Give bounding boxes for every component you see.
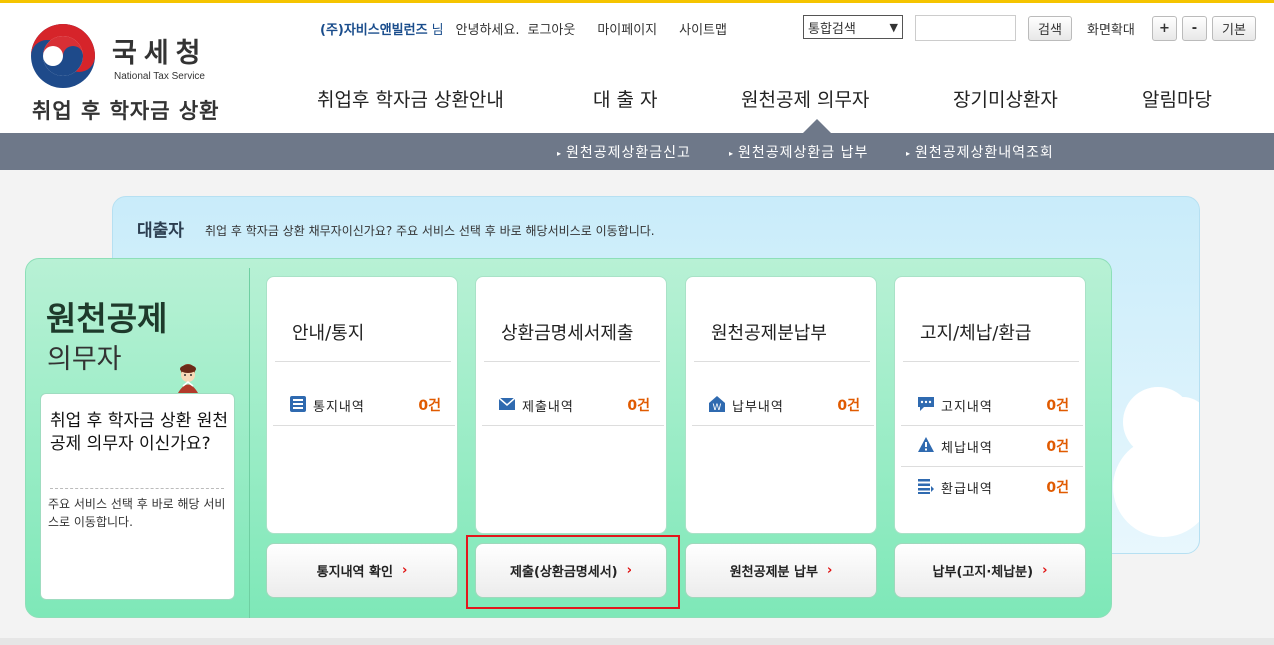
page-bottom-band [0, 638, 1274, 645]
banner-desc: 취업 후 학자금 상환 채무자이신가요? 주요 서비스 선택 후 바로 해당서비… [205, 224, 655, 238]
card-separator [50, 488, 224, 489]
search-scope-select[interactable]: 통합검색 ▼ [803, 15, 903, 39]
chevron-down-icon: ▼ [889, 21, 898, 34]
pay-billed-button[interactable]: 납부(고지·체납분) › [894, 543, 1086, 598]
row-count: 0건 [837, 398, 860, 414]
row-separator [901, 425, 1083, 426]
mypage-link[interactable]: 마이페이지 [597, 19, 657, 38]
zoom-in-button[interactable]: + [1152, 16, 1177, 41]
mail-icon [498, 397, 516, 410]
row-separator [482, 425, 664, 426]
zoom-out-button[interactable]: - [1182, 16, 1207, 41]
row-count: 0건 [1046, 439, 1069, 455]
won-house-icon: W [709, 396, 725, 413]
search-button[interactable]: 검색 [1028, 16, 1072, 41]
button-label: 원천공제분 납부 [729, 565, 818, 580]
row-count: 0건 [418, 398, 441, 414]
svg-text:W: W [713, 403, 722, 413]
focus-highlight-box [466, 535, 680, 609]
main-nav: 취업후 학자금 상환안내 대 출 자 원천공제 의무자 장기미상환자 알림마당 [0, 85, 1274, 113]
card-title: 안내/통지 [292, 323, 365, 344]
button-label: 통지내역 확인 [316, 565, 393, 580]
mascot-icon [178, 364, 198, 393]
chevron-right-icon: › [1042, 563, 1048, 578]
chevron-right-icon: › [401, 563, 408, 578]
user-name: (주)자비스앤빌런즈 [320, 22, 428, 38]
panel-subtitle: 의무자 [47, 344, 122, 375]
row-separator [901, 466, 1083, 467]
card-title: 고지/체납/환급 [920, 323, 1032, 344]
check-notice-button[interactable]: 통지내역 확인 › [266, 543, 458, 598]
refund-list-icon [918, 479, 934, 494]
row-label: 납부내역 [732, 400, 784, 415]
warning-icon [918, 437, 934, 452]
pay-withholding-button[interactable]: 원천공제분 납부 › [685, 543, 877, 598]
service-card-payment: 원천공제분납부 W 납부내역 0건 [685, 276, 877, 534]
list-item[interactable]: 고지내역 0건 [909, 391, 1075, 417]
greeting-text: 안녕하세요. [455, 22, 520, 38]
row-count: 0건 [1046, 480, 1069, 496]
row-label: 통지내역 [313, 400, 365, 415]
nav-withholding-obligor[interactable]: 원천공제 의무자 [741, 85, 869, 112]
row-count: 0건 [627, 398, 650, 414]
card-divider [694, 361, 870, 362]
list-item[interactable]: W 납부내역 0건 [700, 391, 866, 417]
row-separator [273, 425, 455, 426]
subnav-payment[interactable]: 원천공제상환금 납부 [729, 142, 868, 162]
search-input[interactable] [915, 15, 1016, 41]
user-suffix: 님 [431, 22, 444, 38]
search-scope-value: 통합검색 [808, 21, 856, 37]
taegeuk-logo-icon [31, 24, 95, 88]
row-label: 제출내역 [522, 400, 574, 415]
list-item[interactable]: 환급내역 0건 [909, 473, 1075, 499]
nav-repayment-guide[interactable]: 취업후 학자금 상환안내 [317, 85, 504, 112]
subnav-report[interactable]: 원천공제상환금신고 [557, 142, 691, 162]
utility-bar: (주)자비스앤빌런즈 님 안녕하세요. 로그아웃 마이페이지 사이트맵 [320, 15, 727, 41]
row-separator [692, 425, 874, 426]
nav-notice[interactable]: 알림마당 [1142, 85, 1212, 112]
service-card-billing: 고지/체납/환급 고지내역 0건 체납내역 0건 환급내역 0건 [894, 276, 1086, 534]
org-name-en: National Tax Service [114, 71, 205, 82]
speech-bubble-icon [918, 397, 934, 411]
panel-divider [249, 268, 250, 618]
row-label: 체납내역 [941, 441, 993, 456]
subnav-history[interactable]: 원천공제상환내역조회 [906, 142, 1054, 162]
card-divider [275, 361, 451, 362]
service-card-notice: 안내/통지 통지내역 0건 [266, 276, 458, 534]
list-item[interactable]: 통지내역 0건 [281, 391, 447, 417]
obligor-info-card: 취업 후 학자금 상환 원천공제 의무자 이신가요? 주요 서비스 선택 후 바… [40, 393, 235, 600]
card-divider [484, 361, 660, 362]
card-title: 상환금명세서제출 [501, 323, 634, 344]
zoom-reset-button[interactable]: 기본 [1212, 16, 1256, 41]
list-item[interactable]: 체납내역 0건 [909, 432, 1075, 458]
row-label: 환급내역 [941, 482, 993, 497]
site-header: 국세청 National Tax Service 취업 후 학자금 상환 (주)… [0, 0, 1274, 133]
chevron-right-icon: › [826, 563, 833, 578]
card-divider [903, 361, 1079, 362]
zoom-label: 화면확대 [1087, 23, 1135, 38]
service-card-submission: 상환금명세서제출 제출내역 0건 [475, 276, 667, 534]
nav-long-term-unpaid[interactable]: 장기미상환자 [953, 85, 1058, 112]
row-count: 0건 [1046, 398, 1069, 414]
obligor-question: 취업 후 학자금 상환 원천공제 의무자 이신가요? [50, 411, 229, 454]
active-nav-indicator [803, 119, 831, 133]
nav-borrower[interactable]: 대 출 자 [593, 85, 658, 112]
list-icon [290, 396, 306, 412]
panel-title: 원천공제 [46, 299, 168, 338]
obligor-desc: 주요 서비스 선택 후 바로 해당 서비스로 이동합니다. [48, 497, 226, 529]
banner-title: 대출자 [137, 221, 184, 241]
row-label: 고지내역 [941, 400, 993, 415]
button-label: 납부(고지·체납분) [932, 565, 1034, 580]
logout-link[interactable]: 로그아웃 [527, 19, 575, 38]
list-item[interactable]: 제출내역 0건 [490, 391, 656, 417]
org-name-ko: 국세청 [112, 38, 208, 69]
sub-nav: 원천공제상환금신고 원천공제상환금 납부 원천공제상환내역조회 [0, 133, 1274, 170]
card-title: 원천공제분납부 [711, 323, 827, 344]
sitemap-link[interactable]: 사이트맵 [679, 19, 727, 38]
